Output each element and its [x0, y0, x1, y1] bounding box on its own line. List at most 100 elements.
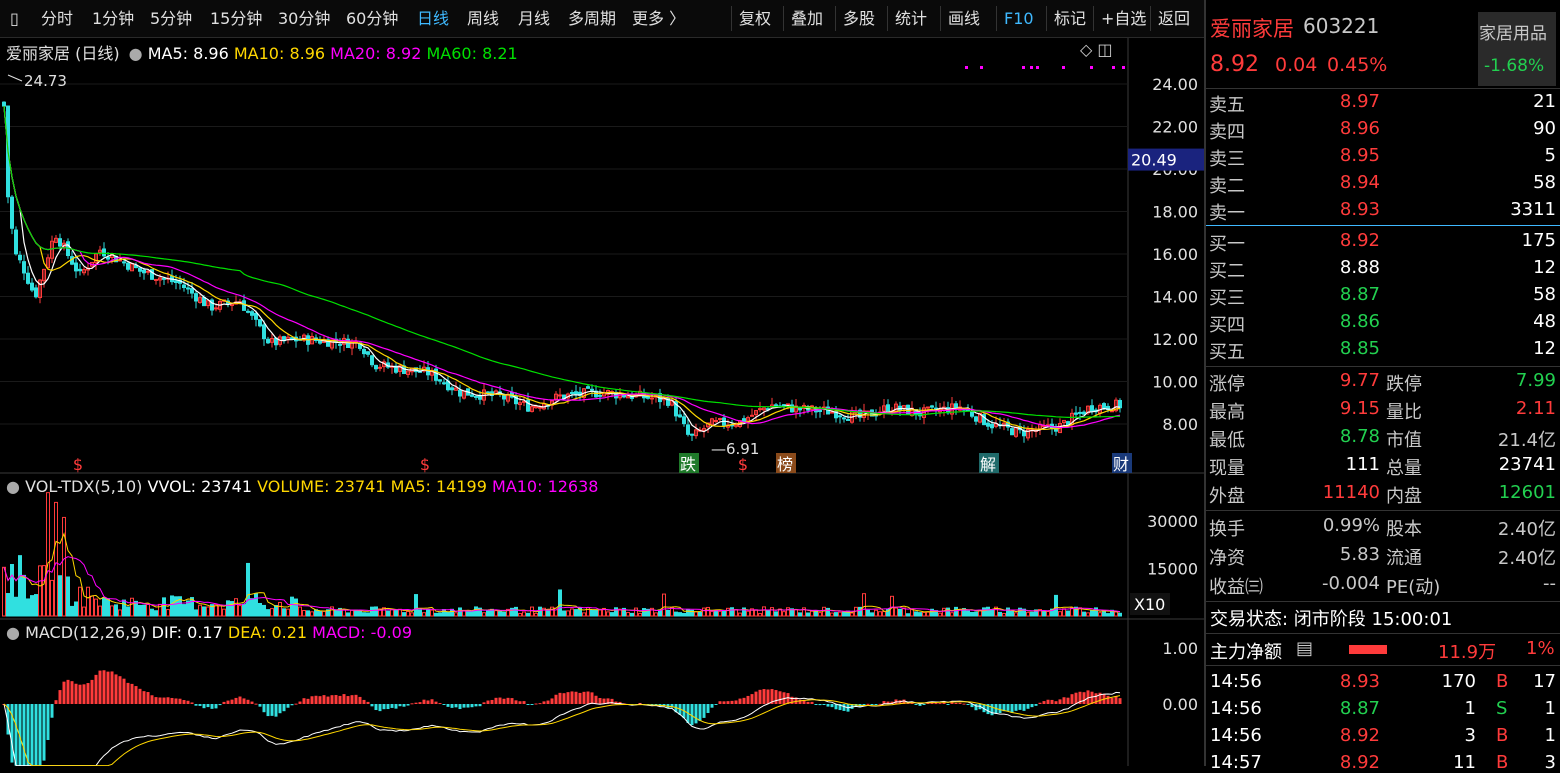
- action-1[interactable]: 叠加: [791, 0, 823, 37]
- candle-body: [106, 256, 110, 260]
- fin-label: 收益㈢: [1209, 577, 1263, 598]
- tick-time: 14:56: [1210, 725, 1262, 746]
- tab-8[interactable]: 月线: [518, 0, 550, 37]
- volume-bar: [150, 608, 154, 617]
- macd-bar: [586, 691, 590, 704]
- macd-bar: [282, 704, 286, 712]
- fin-value: 2.40亿: [1497, 548, 1556, 569]
- volume-bar: [678, 612, 682, 617]
- tab-1[interactable]: 1分钟: [92, 0, 134, 37]
- tab-4[interactable]: 30分钟: [278, 0, 330, 37]
- volume-bar: [1114, 611, 1118, 617]
- volume-bar: [874, 609, 878, 617]
- action-6[interactable]: 标记: [1054, 0, 1086, 37]
- tick-volume: 3: [1464, 725, 1476, 746]
- action-8[interactable]: 返回: [1158, 0, 1190, 37]
- ask-price: 8.93: [1339, 199, 1380, 220]
- macd-bar: [530, 704, 534, 705]
- volume-bar: [1026, 611, 1030, 617]
- volume-bar: [310, 611, 314, 617]
- macd-bar: [494, 697, 498, 704]
- volume-bar: [414, 594, 418, 617]
- macd-tick: 0.00: [1162, 695, 1198, 714]
- volume-bar: [1030, 611, 1034, 617]
- macd-bar: [578, 692, 582, 704]
- macd-bar: [390, 704, 394, 708]
- bid-label: 买二: [1209, 261, 1245, 282]
- volume-bar: [362, 612, 366, 617]
- action-0[interactable]: 复权: [739, 0, 771, 37]
- macd-bar: [1038, 702, 1042, 704]
- macd-bar: [1054, 701, 1058, 704]
- action-2[interactable]: 多股: [843, 0, 875, 37]
- tab-7[interactable]: 周线: [467, 0, 499, 37]
- macd-bar: [26, 704, 30, 766]
- candle-body: [502, 395, 506, 400]
- volume-bar: [586, 607, 590, 617]
- chart-settings-icon[interactable]: ◇ ◫: [1080, 40, 1113, 59]
- macd-bar: [274, 704, 278, 717]
- action-4[interactable]: 画线: [948, 0, 980, 37]
- tick-price: 8.93: [1339, 671, 1380, 692]
- macd-bar: [554, 694, 558, 704]
- volume-bar: [222, 608, 226, 617]
- macd-bar: [270, 704, 274, 716]
- volume-bar: [126, 606, 130, 617]
- tab-10[interactable]: 更多 〉: [632, 0, 685, 37]
- candle-body: [474, 395, 478, 398]
- volume-bar: [82, 606, 86, 617]
- macd-bar: [142, 691, 146, 704]
- fin-value: -0.004: [1321, 573, 1380, 594]
- volume-bar: [270, 608, 274, 617]
- volume-toggle-icon[interactable]: ●: [6, 477, 20, 496]
- tab-6[interactable]: 日线: [417, 0, 449, 37]
- signal-dot: [1022, 66, 1025, 69]
- volume-bar: [806, 612, 810, 617]
- bid-label: 买三: [1209, 288, 1245, 309]
- volume-bar: [1054, 594, 1058, 617]
- volume-bar: [882, 611, 886, 617]
- high-price-marker: 24.73: [24, 72, 67, 90]
- macd-bar: [454, 704, 458, 708]
- action-5[interactable]: F10: [1004, 0, 1034, 37]
- macd-bar: [1118, 698, 1122, 704]
- candle-body: [818, 410, 822, 413]
- macd-bar: [954, 702, 958, 704]
- list-icon[interactable]: ▤: [1296, 638, 1313, 659]
- candle-body: [786, 403, 790, 406]
- tab-5[interactable]: 60分钟: [346, 0, 398, 37]
- macd-bar: [490, 699, 494, 704]
- candle-body: [142, 269, 146, 274]
- candle-body: [122, 261, 126, 264]
- volume-bar: [738, 612, 742, 617]
- panel-toggle-icon[interactable]: ▯: [10, 0, 19, 37]
- legend-toggle-icon[interactable]: ●: [129, 44, 143, 63]
- action-7[interactable]: +自选: [1101, 0, 1146, 37]
- volume-bar: [302, 610, 306, 617]
- kline-chart-area[interactable]: 24.0022.0020.0018.0016.0014.0012.0010.00…: [0, 0, 1204, 766]
- tab-3[interactable]: 15分钟: [210, 0, 262, 37]
- volume-bar: [982, 607, 986, 617]
- divider: [1206, 633, 1560, 634]
- macd-bar: [126, 682, 130, 704]
- macd-toggle-icon[interactable]: ●: [6, 623, 20, 642]
- volume-bar: [966, 610, 970, 617]
- quote-panel: 爱丽家居 603221 家居用品 -1.68% 8.92 0.04 0.45% 卖五 8.97 2…: [1204, 0, 1560, 773]
- macd-bar: [506, 697, 510, 704]
- tab-2[interactable]: 5分钟: [150, 0, 192, 37]
- volume-bar: [502, 611, 506, 617]
- volume-bar: [838, 611, 842, 617]
- macd-bar: [510, 698, 514, 704]
- volume-bar: [194, 609, 198, 617]
- price-tick: 24.00: [1152, 75, 1198, 94]
- volume-bar: [630, 612, 634, 617]
- volume-bar: [550, 606, 554, 617]
- ask-price: 8.95: [1339, 145, 1380, 166]
- volume-bar: [286, 608, 290, 617]
- action-3[interactable]: 统计: [895, 0, 927, 37]
- tab-9[interactable]: 多周期: [568, 0, 616, 37]
- stat-value: 23741: [1498, 454, 1556, 475]
- tab-0[interactable]: 分时: [41, 0, 73, 37]
- volume-bar: [418, 609, 422, 617]
- volume-bar: [642, 608, 646, 617]
